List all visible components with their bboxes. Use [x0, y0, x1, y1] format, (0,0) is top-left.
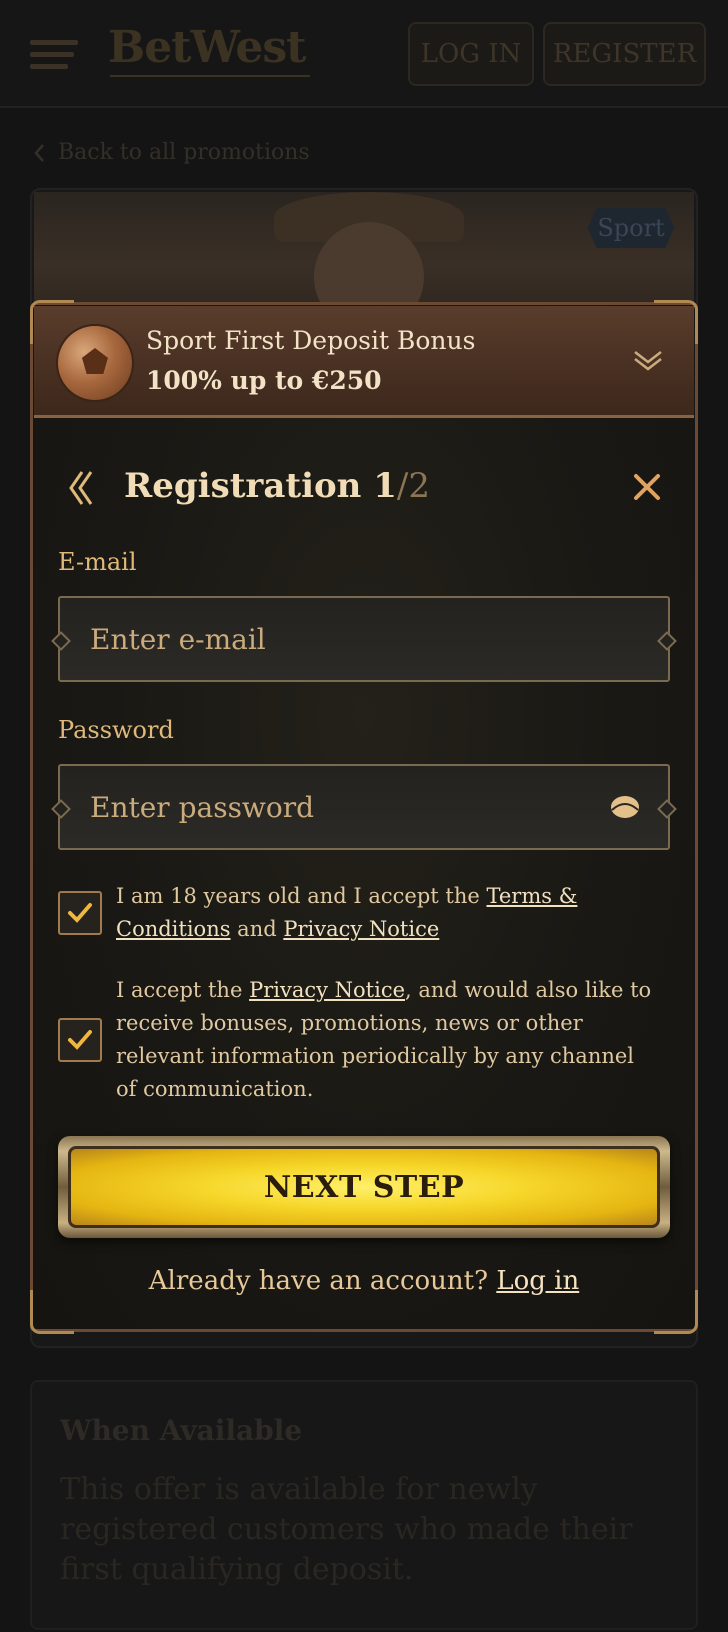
marketing-consent-checkbox[interactable]	[58, 1018, 102, 1062]
checkmark-icon	[68, 1030, 92, 1050]
chevron-down-icon[interactable]	[632, 348, 664, 372]
modal-corner-ornament	[654, 1290, 698, 1334]
chevron-left-back-icon[interactable]	[66, 468, 94, 508]
registration-step-total: /2	[396, 466, 430, 506]
already-have-account: Already have an account? Log in	[0, 1266, 728, 1296]
email-field-frame	[58, 596, 670, 682]
password-field-frame	[58, 764, 670, 850]
logo-underline	[110, 75, 310, 77]
modal-corner-ornament	[30, 1290, 74, 1334]
menu-icon[interactable]	[30, 40, 78, 70]
chevron-left-icon	[34, 143, 44, 162]
privacy-notice-link-2[interactable]: Privacy Notice	[249, 978, 405, 1002]
password-input[interactable]	[90, 766, 610, 848]
header-register-button[interactable]: REGISTER	[543, 22, 706, 86]
already-text: Already have an account?	[148, 1266, 497, 1296]
close-icon[interactable]	[632, 472, 662, 502]
age-terms-checkbox[interactable]	[58, 891, 102, 935]
football-icon	[58, 326, 132, 400]
site-logo[interactable]: BetWest	[108, 22, 306, 73]
when-available-title: When Available	[60, 1414, 303, 1447]
registration-title-text: Registration	[124, 466, 362, 506]
promo-hero-image	[34, 192, 694, 312]
marketing-text-before: I accept the	[116, 978, 250, 1002]
marketing-consent-text: I accept the Privacy Notice, and would a…	[116, 974, 660, 1106]
header-login-button[interactable]: LOG IN	[408, 22, 534, 86]
show-password-eye-icon[interactable]	[610, 794, 640, 820]
age-terms-text: I am 18 years old and I accept the Terms…	[116, 880, 660, 946]
checkmark-icon	[68, 903, 92, 923]
modal-login-link[interactable]: Log in	[496, 1266, 579, 1296]
email-input[interactable]	[90, 598, 610, 680]
age-terms-text-mid: and	[230, 917, 284, 941]
password-label: Password	[58, 716, 174, 744]
bonus-banner[interactable]	[34, 306, 694, 418]
sport-tag-badge: Sport	[588, 208, 674, 248]
when-available-text: This offer is available for newly regist…	[60, 1472, 633, 1587]
registration-title: Registration 1/2	[124, 466, 430, 506]
back-link-label: Back to all promotions	[58, 140, 310, 165]
bonus-amount: 100% up to €250	[146, 366, 382, 395]
back-to-promotions-link[interactable]: Back to all promotions	[32, 140, 310, 165]
site-header: BetWest LOG IN REGISTER	[0, 0, 728, 108]
age-terms-text-before: I am 18 years old and I accept the	[116, 884, 487, 908]
next-step-label: NEXT STEP	[68, 1146, 660, 1228]
bonus-title: Sport First Deposit Bonus	[146, 326, 476, 355]
email-label: E-mail	[58, 548, 137, 576]
registration-step-current: 1	[373, 466, 397, 506]
next-step-button[interactable]: NEXT STEP	[58, 1136, 670, 1238]
privacy-notice-link[interactable]: Privacy Notice	[283, 917, 439, 941]
